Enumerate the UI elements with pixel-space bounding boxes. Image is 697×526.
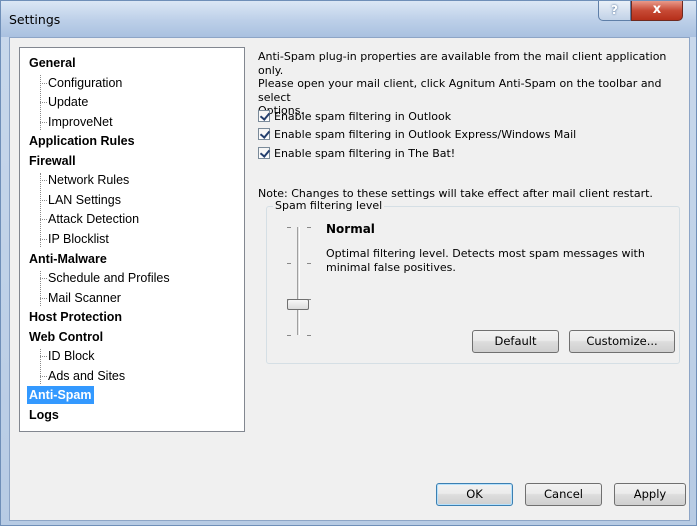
tree-item-improvenet[interactable]: ImproveNet	[40, 113, 113, 131]
the-bat-checkbox-row[interactable]: Enable spam filtering in The Bat!	[258, 146, 455, 162]
close-button[interactable]: x	[631, 1, 683, 21]
outlook-checkbox-row[interactable]: Enable spam filtering in Outlook	[258, 109, 451, 125]
outlook-express-checkbox[interactable]	[258, 128, 270, 140]
tree-item-anti-spam[interactable]: Anti-Spam	[27, 386, 94, 405]
outlook-checkbox[interactable]	[258, 110, 270, 122]
tree-item-schedule-and-profiles[interactable]: Schedule and Profiles	[40, 269, 170, 287]
intro-line-1: Anti-Spam plug-in properties are availab…	[258, 50, 667, 77]
ok-button[interactable]: OK	[436, 483, 513, 506]
filter-level-description: Optimal filtering level. Detects most sp…	[326, 247, 645, 274]
tree-item-mail-scanner[interactable]: Mail Scanner	[40, 289, 121, 307]
outlook-express-checkbox-label[interactable]: Enable spam filtering in Outlook Express…	[274, 128, 576, 141]
tree-connector-firewall	[40, 173, 41, 247]
slider-tick	[287, 263, 291, 264]
apply-button[interactable]: Apply	[614, 483, 686, 506]
tree-item-configuration[interactable]: Configuration	[39, 74, 122, 92]
outlook-express-checkbox-row[interactable]: Enable spam filtering in Outlook Express…	[258, 127, 576, 143]
tree-item-id-block[interactable]: ID Block	[40, 347, 95, 365]
slider-tick	[287, 335, 291, 336]
tree-connector-webcontrol	[40, 349, 41, 384]
tree-item-lan-settings[interactable]: LAN Settings	[40, 191, 121, 209]
group-title: Spam filtering level	[273, 199, 385, 212]
the-bat-checkbox-label[interactable]: Enable spam filtering in The Bat!	[274, 147, 455, 160]
intro-line-2: Please open your mail client, click Agni…	[258, 77, 662, 104]
cancel-button[interactable]: Cancel	[525, 483, 602, 506]
title-bar[interactable]: Settings ? x	[1, 1, 696, 37]
tree-item-logs[interactable]: Logs	[29, 406, 59, 424]
help-button[interactable]: ?	[598, 1, 631, 21]
intro-text: Anti-Spam plug-in properties are availab…	[258, 50, 678, 118]
tree-item-anti-malware[interactable]: Anti-Malware	[29, 250, 107, 268]
dialog-body: General Configuration Update ImproveNet Appl…	[9, 37, 690, 521]
slider-tick	[307, 227, 311, 228]
slider-tick	[307, 335, 311, 336]
tree-item-host-protection[interactable]: Host Protection	[29, 308, 122, 326]
default-button[interactable]: Default	[472, 330, 559, 353]
settings-tree[interactable]: General Configuration Update ImproveNet Appl…	[19, 47, 245, 432]
tree-item-web-control[interactable]: Web Control	[29, 328, 103, 346]
tree-item-network-rules[interactable]: Network Rules	[39, 171, 129, 189]
tree-item-ip-blocklist[interactable]: IP Blocklist	[40, 230, 109, 248]
filter-level-slider-track[interactable]	[297, 227, 300, 335]
slider-tick	[287, 227, 291, 228]
tree-connector-antimalware	[40, 271, 41, 306]
filter-level-slider-thumb[interactable]	[287, 299, 309, 310]
tree-item-update[interactable]: Update	[39, 93, 88, 111]
customize-button[interactable]: Customize...	[569, 330, 675, 353]
outlook-checkbox-label[interactable]: Enable spam filtering in Outlook	[274, 110, 451, 123]
tree-item-firewall[interactable]: Firewall	[29, 152, 76, 170]
settings-window: Settings ? x General Configuration Update I…	[0, 0, 697, 526]
tree-item-general[interactable]: General	[29, 54, 76, 72]
tree-item-attack-detection[interactable]: Attack Detection	[39, 210, 139, 228]
slider-tick	[307, 263, 311, 264]
tree-item-ads-and-sites[interactable]: Ads and Sites	[39, 367, 125, 385]
filter-level-name: Normal	[326, 222, 375, 236]
window-title: Settings	[9, 12, 61, 27]
spam-filtering-level-group: Spam filtering level Normal Optimal filt…	[266, 199, 680, 364]
tree-item-application-rules[interactable]: Application Rules	[29, 132, 135, 150]
the-bat-checkbox[interactable]	[258, 147, 270, 159]
